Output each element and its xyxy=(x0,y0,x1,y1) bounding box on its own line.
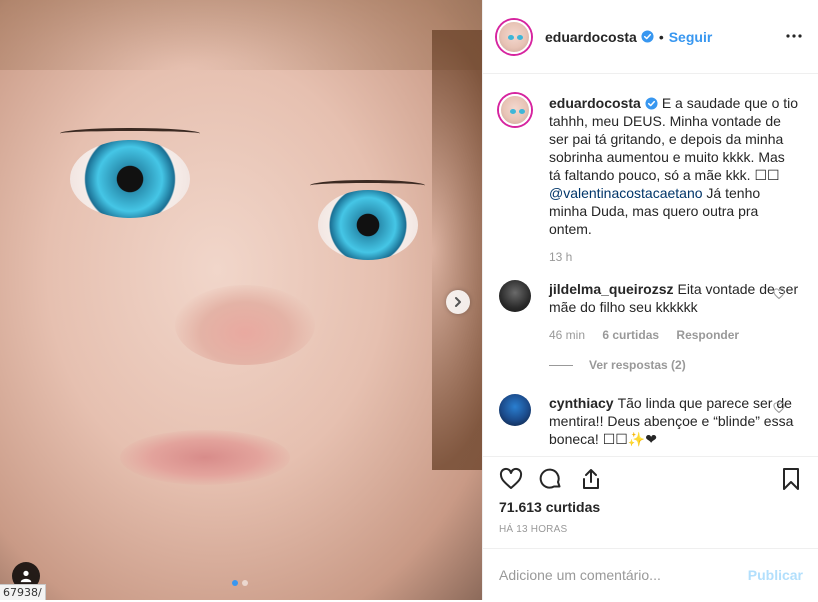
caption-mention[interactable]: @valentinacostacaetano xyxy=(549,185,703,201)
posted-time[interactable]: HÁ 13 HORAS xyxy=(499,524,567,535)
more-icon[interactable] xyxy=(785,27,803,45)
caption-meta: 13 h xyxy=(549,250,799,264)
image-mouth xyxy=(120,430,290,485)
view-replies-label[interactable]: Ver respostas (2) xyxy=(589,358,686,372)
comment-icon[interactable] xyxy=(539,467,563,491)
avatar[interactable] xyxy=(497,19,531,54)
caption: eduardocosta E a saudade que o tio tahhh,… xyxy=(499,94,799,264)
add-comment-bar: Adicione um comentário... Publicar xyxy=(483,548,818,602)
comment-likes[interactable]: 6 curtidas xyxy=(602,328,659,342)
heart-icon[interactable] xyxy=(773,402,785,414)
bookmark-icon[interactable] xyxy=(779,467,803,491)
image-lash-left xyxy=(60,128,200,139)
comment-avatar[interactable] xyxy=(499,394,531,426)
comment-avatar[interactable] xyxy=(499,280,531,312)
carousel-dot-active xyxy=(232,580,238,586)
likes-count[interactable]: 71.613 curtidas xyxy=(499,499,600,515)
post-image[interactable]: 67938/ xyxy=(0,0,482,600)
caption-avatar[interactable] xyxy=(499,94,531,126)
reply-button[interactable]: Responder xyxy=(676,328,739,342)
next-arrow-icon[interactable] xyxy=(446,290,470,314)
comment-item: jildelma_queirozsz Eita vontade de ser mã… xyxy=(499,280,799,372)
verified-icon xyxy=(641,30,654,43)
carousel-dot xyxy=(242,580,248,586)
image-hair-top xyxy=(0,0,482,70)
heart-icon[interactable] xyxy=(499,467,523,491)
comment-meta: 46 min 6 curtidas Responder xyxy=(549,328,799,342)
comment-username[interactable]: jildelma_queirozsz xyxy=(549,281,673,297)
image-hair-right xyxy=(432,30,482,470)
share-icon[interactable] xyxy=(579,467,603,491)
comment-item: cynthiacy Tão linda que parece ser de men… xyxy=(499,394,799,448)
image-eye-left xyxy=(70,140,190,218)
replies-line xyxy=(549,364,573,366)
action-icons xyxy=(499,467,603,491)
heart-icon[interactable] xyxy=(773,288,785,300)
comment-username[interactable]: cynthiacy xyxy=(549,395,614,411)
post-actions: 71.613 curtidas HÁ 13 HORAS Adicione um … xyxy=(483,456,818,587)
verified-icon xyxy=(645,97,658,110)
publish-button[interactable]: Publicar xyxy=(748,567,803,583)
comment-body: jildelma_queirozsz Eita vontade de ser mã… xyxy=(549,280,799,316)
caption-time[interactable]: 13 h xyxy=(549,250,572,264)
post-panel: eduardocosta • Seguir eduardocosta E a sa… xyxy=(482,0,818,600)
caption-username[interactable]: eduardocosta xyxy=(549,95,641,111)
caption-body: eduardocosta E a saudade que o tio tahhh,… xyxy=(549,94,799,238)
header-username[interactable]: eduardocosta xyxy=(545,29,637,45)
status-url: 67938/ xyxy=(0,584,46,600)
comment-input[interactable]: Adicione um comentário... xyxy=(499,567,661,583)
follow-button[interactable]: Seguir xyxy=(669,29,713,45)
comments-list[interactable]: eduardocosta E a saudade que o tio tahhh,… xyxy=(483,74,818,456)
comment-body: cynthiacy Tão linda que parece ser de men… xyxy=(549,394,799,448)
header-separator: • xyxy=(658,28,664,45)
image-nose xyxy=(175,285,315,365)
carousel-dots xyxy=(232,580,248,586)
comment-time[interactable]: 46 min xyxy=(549,328,585,342)
image-eye-right xyxy=(318,190,418,260)
view-replies[interactable]: Ver respostas (2) xyxy=(549,358,799,372)
post-header: eduardocosta • Seguir xyxy=(483,0,818,74)
